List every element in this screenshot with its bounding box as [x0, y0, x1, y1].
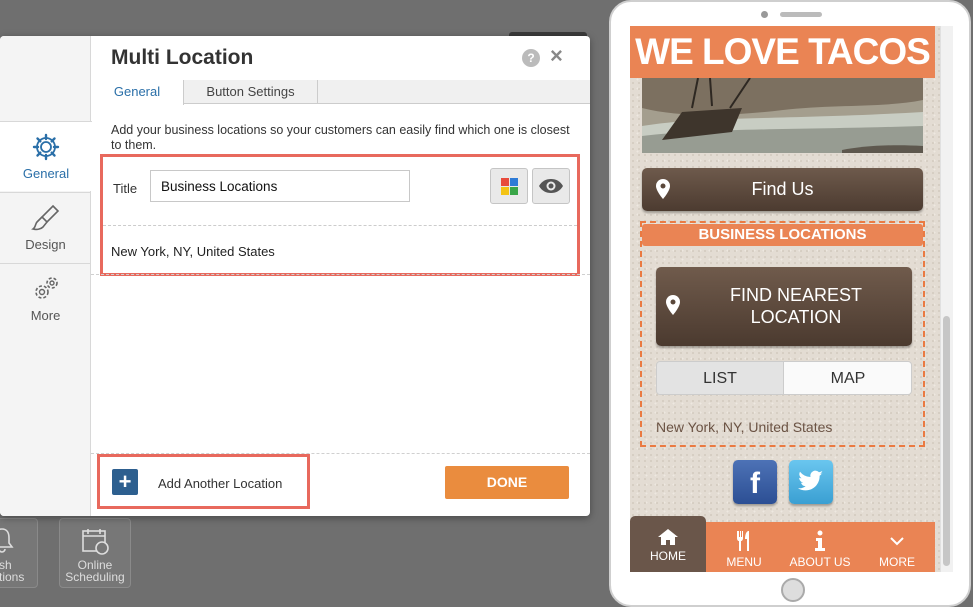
- plus-icon[interactable]: +: [112, 469, 138, 495]
- sidebar-item-label: Design: [25, 237, 66, 252]
- tab-label: HOME: [650, 549, 686, 563]
- map-tab[interactable]: MAP: [784, 362, 911, 394]
- color-picker-button[interactable]: [490, 168, 528, 204]
- list-map-toggle: LIST MAP: [656, 361, 912, 395]
- divider: [103, 225, 577, 226]
- dialog-title: Multi Location: [111, 46, 254, 69]
- gears-icon: [34, 277, 58, 299]
- location-item[interactable]: New York, NY, United States: [111, 244, 275, 259]
- info-icon: [815, 530, 825, 551]
- sidebar-item-label: More: [30, 308, 61, 323]
- business-locations-module: BUSINESS LOCATIONS FIND NEAREST LOCATION…: [640, 221, 925, 447]
- online-scheduling-tile: Online Scheduling: [59, 518, 131, 588]
- app-tab-bar: HOME MENU ABOUT US MORE: [630, 516, 935, 572]
- add-location-highlight[interactable]: + Add Another Location: [97, 454, 310, 509]
- title-label: Title: [113, 181, 138, 196]
- gear-icon: [32, 133, 60, 161]
- title-input[interactable]: [150, 170, 410, 202]
- multi-location-editor: General Design More Multi Location ? × G…: [0, 36, 590, 516]
- find-nearest-location-button[interactable]: FIND NEAREST LOCATION: [656, 267, 912, 346]
- sidebar-item-label: General: [22, 166, 70, 181]
- locations-highlight: Title New York, NY, United States: [100, 154, 580, 276]
- module-title: BUSINESS LOCATIONS: [642, 224, 923, 246]
- speaker: [780, 12, 822, 17]
- find-nearest-label: FIND NEAREST LOCATION: [729, 285, 862, 327]
- color-grid-icon: [501, 178, 518, 195]
- tile-label: Online Scheduling: [65, 558, 125, 584]
- map-pin-icon: [656, 179, 670, 199]
- home-button[interactable]: [781, 578, 805, 602]
- tab-about-us[interactable]: ABOUT US: [782, 522, 858, 572]
- add-another-location-button[interactable]: Add Another Location: [158, 476, 282, 491]
- sidebar-item-design[interactable]: Design: [0, 192, 91, 262]
- brush-icon: [30, 204, 59, 231]
- sidebar-item-general[interactable]: General: [0, 121, 92, 191]
- scrollbar-thumb[interactable]: [943, 316, 950, 566]
- facebook-icon[interactable]: f: [733, 460, 777, 504]
- find-us-label: Find Us: [751, 179, 814, 199]
- bell-icon: [0, 528, 14, 553]
- tab-menu[interactable]: MENU: [706, 522, 782, 572]
- tab-more[interactable]: MORE: [859, 522, 935, 572]
- tab-home[interactable]: HOME: [630, 516, 706, 572]
- home-icon: [658, 529, 678, 545]
- utensils-icon: [737, 531, 749, 551]
- help-icon[interactable]: ?: [522, 49, 540, 67]
- app-header-title: WE LOVE TACOS: [630, 26, 935, 78]
- tab-general[interactable]: General: [91, 80, 184, 105]
- phone-preview: WE LOVE TACOS Find Us BUSINESS LOCATIONS…: [609, 0, 971, 607]
- eye-icon: [539, 179, 563, 193]
- map-pin-icon: [666, 295, 680, 315]
- push-notifications-tile: ush ocations: [0, 518, 38, 588]
- app-screen: WE LOVE TACOS Find Us BUSINESS LOCATIONS…: [630, 26, 953, 572]
- header-photo: [642, 78, 923, 153]
- list-tab[interactable]: LIST: [657, 362, 784, 394]
- location-list-item[interactable]: New York, NY, United States: [656, 419, 832, 435]
- boat-photo: [642, 78, 923, 153]
- tab-button-settings[interactable]: Button Settings: [184, 80, 318, 104]
- divider: [91, 274, 590, 275]
- tab-label: MENU: [726, 555, 762, 569]
- sidebar-item-more[interactable]: More: [0, 263, 91, 333]
- camera: [761, 11, 768, 18]
- tab-label: MORE: [879, 555, 915, 569]
- tile-label: ush ocations: [0, 558, 25, 584]
- calendar-icon: [82, 529, 109, 555]
- chevron-down-icon: [890, 537, 904, 546]
- editor-sidebar: General Design More: [0, 36, 92, 516]
- close-icon[interactable]: ×: [550, 45, 563, 67]
- editor-tabs: General Button Settings: [91, 80, 590, 105]
- done-button[interactable]: DONE: [445, 466, 569, 499]
- visibility-button[interactable]: [532, 168, 570, 204]
- tab-label: ABOUT US: [789, 555, 851, 569]
- description-text: Add your business locations so your cust…: [111, 123, 570, 152]
- find-us-button[interactable]: Find Us: [642, 168, 923, 211]
- twitter-icon[interactable]: [789, 460, 833, 504]
